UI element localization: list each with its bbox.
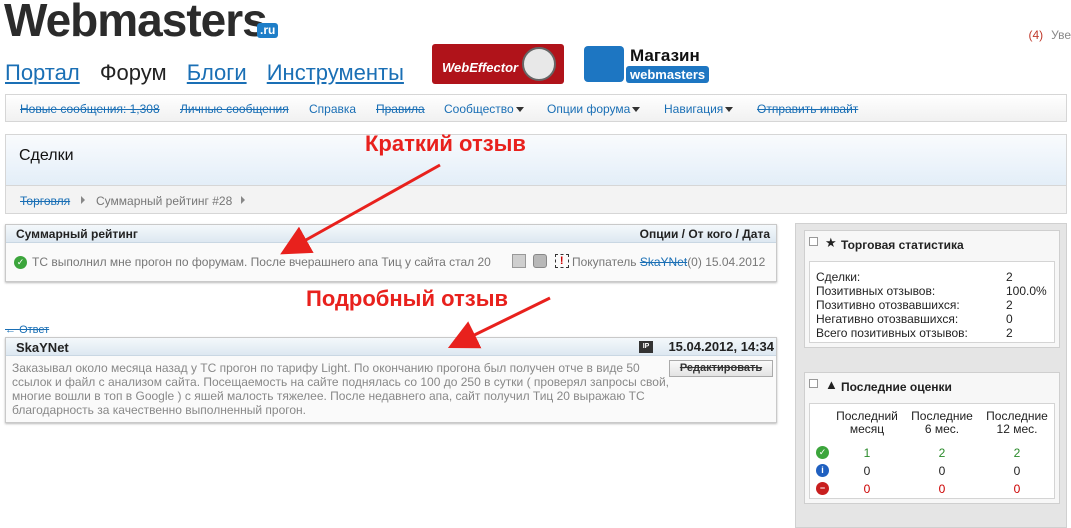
stat-value: 100.0% [1006,284,1047,298]
stat-label: Всего позитивных отзывов: [816,326,968,340]
rating-value: 0 [938,482,946,496]
stat-label: Позитивно отозвавшихся: [816,298,960,312]
rating-value: 0 [938,464,946,478]
rating-value: 2 [938,446,946,460]
last-ratings-panel: ▲ Последние оценки Последний месяц После… [804,372,1060,504]
trade-stats-header: ★ Торговая статистика [805,231,1059,255]
stat-row: Всего позитивных отзывов: 2 [810,326,1054,340]
trade-stats-table: Сделки: 2 Позитивных отзывов: 100.0% Позит… [809,261,1055,343]
ratings-row-negative: − 0 0 0 [810,480,1054,498]
stat-row: Позитивно отозвавшихся: 2 [810,298,1054,312]
rating-value: 0 [863,482,871,496]
stat-value: 2 [1006,326,1013,340]
arrow-to-detailed-review [447,296,551,349]
trade-stats-panel: ★ Торговая статистика Сделки: 2 Позитивны… [804,230,1060,348]
star-icon: ★ [825,235,837,250]
stat-value: 2 [1006,298,1013,312]
stat-label: Позитивных отзывов: [816,284,936,298]
rating-value: 0 [863,464,871,478]
rating-value: 0 [1013,482,1021,496]
check-circle-icon: ✓ [816,446,829,459]
stat-row: Негативно отозвавшихся: 0 [810,312,1054,326]
stat-label: Негативно отозвавшихся: [816,312,959,326]
ratings-row-neutral: i 0 0 0 [810,462,1054,480]
trade-stats-title: Торговая статистика [841,238,964,252]
col-last-month: Последний месяц [836,409,898,436]
arrow-to-short-review [280,163,441,255]
collapse-icon[interactable] [809,379,818,388]
col-last-12-months: Последние 12 мес. [986,409,1048,436]
warning-triangle-icon: ▲ [825,377,838,392]
collapse-icon[interactable] [809,237,818,246]
stat-value: 0 [1006,312,1013,326]
stat-row: Позитивных отзывов: 100.0% [810,284,1054,298]
last-ratings-title: Последние оценки [841,380,952,394]
minus-circle-icon: − [816,482,829,495]
ratings-table-header: Последний месяц Последние 6 мес. Последн… [810,404,1054,444]
last-ratings-table: Последний месяц Последние 6 мес. Последн… [809,403,1055,499]
last-ratings-header: ▲ Последние оценки [805,373,1059,397]
col-last-6-months: Последние 6 мес. [911,409,973,436]
stat-row: Сделки: 2 [810,270,1054,284]
stat-value: 2 [1006,270,1013,284]
info-icon: i [816,464,829,477]
stat-label: Сделки: [816,270,861,284]
ratings-row-positive: ✓ 1 2 2 [810,444,1054,462]
rating-value: 1 [863,446,871,460]
rating-value: 2 [1013,446,1021,460]
sidebar: ★ Торговая статистика Сделки: 2 Позитивны… [795,223,1067,528]
rating-value: 0 [1013,464,1021,478]
